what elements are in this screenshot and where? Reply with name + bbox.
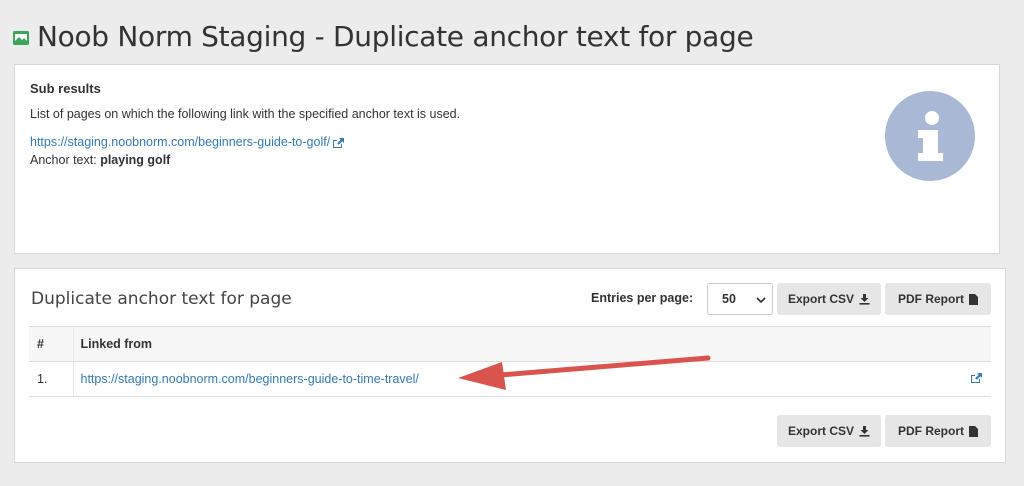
row-number: 1. (29, 361, 74, 397)
file-icon (969, 293, 978, 305)
external-link-icon[interactable] (332, 137, 345, 148)
page-title: Noob Norm Staging - Duplicate anchor tex… (37, 19, 754, 53)
export-csv-label: Export CSV (787, 292, 854, 306)
file-icon (969, 425, 978, 437)
pdf-report-label: PDF Report (898, 424, 964, 438)
sub-results-description: List of pages on which the following lin… (30, 107, 461, 121)
export-csv-button[interactable]: Export CSV (777, 283, 881, 315)
pdf-report-label: PDF Report (898, 292, 964, 306)
column-header-action (961, 326, 991, 362)
pdf-report-button[interactable]: PDF Report (885, 283, 991, 315)
anchor-text-line: Anchor text: playing golf (30, 153, 170, 167)
anchor-text-value: playing golf (100, 153, 171, 167)
row-external-cell (961, 361, 991, 397)
annotation-arrow (458, 355, 711, 390)
column-header-number[interactable]: # (29, 326, 74, 362)
site-monitor-icon (13, 31, 29, 45)
table-title: Duplicate anchor text for page (31, 289, 292, 309)
download-icon (859, 293, 870, 305)
entries-per-page-value: 50 (722, 292, 736, 306)
export-csv-button-bottom[interactable]: Export CSV (777, 415, 881, 447)
sub-results-panel: Sub results List of pages on which the f… (14, 64, 1000, 254)
pdf-report-button-bottom[interactable]: PDF Report (885, 415, 991, 447)
sub-results-title: Sub results (30, 81, 101, 96)
anchor-text-label: Anchor text: (30, 153, 97, 167)
download-icon (859, 425, 870, 437)
entries-per-page-label: Entries per page: (591, 291, 694, 305)
row-link[interactable]: https://staging.noobnorm.com/beginners-g… (81, 372, 419, 386)
chevron-down-icon (756, 297, 766, 304)
page-header: Noob Norm Staging - Duplicate anchor tex… (12, 14, 754, 58)
external-link-icon[interactable] (970, 372, 983, 383)
info-icon (885, 91, 975, 181)
target-link[interactable]: https://staging.noobnorm.com/beginners-g… (30, 135, 345, 149)
target-link-text[interactable]: https://staging.noobnorm.com/beginners-g… (30, 135, 330, 149)
export-csv-label: Export CSV (787, 424, 854, 438)
entries-per-page-select[interactable]: 50 (707, 283, 773, 315)
